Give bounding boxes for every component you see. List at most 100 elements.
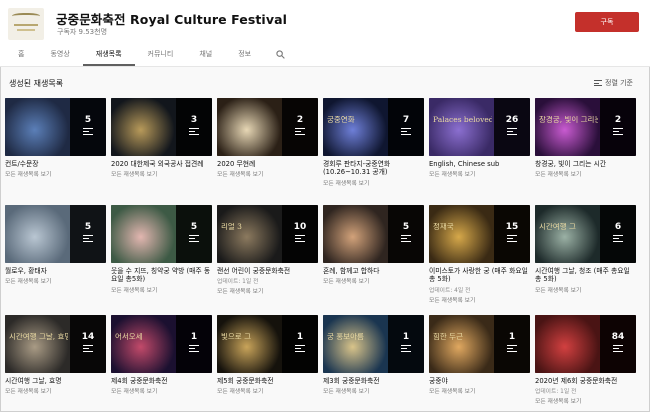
video-count: 1 bbox=[296, 332, 304, 342]
view-full-playlist-link[interactable]: 모든 재생목록 보기 bbox=[5, 276, 106, 285]
playlist-title[interactable]: 혼례, 함께고 합하다 bbox=[323, 267, 424, 275]
playlist-title[interactable]: 제5회 궁중문화축전 bbox=[217, 377, 318, 385]
playlist-thumbnail[interactable]: 정재국 15 bbox=[429, 205, 530, 263]
playlist-title[interactable]: 궁중야 bbox=[429, 377, 530, 385]
view-full-playlist-link[interactable]: 모든 재생목록 보기 bbox=[323, 386, 424, 395]
playlist-thumbnail[interactable]: 빛으로 그 1 bbox=[217, 315, 318, 373]
view-full-playlist-link[interactable]: 모든 재생목록 보기 bbox=[429, 169, 530, 178]
playlist-thumbnail[interactable]: 어서오세 1 bbox=[111, 315, 212, 373]
thumbnail-image bbox=[217, 205, 283, 263]
playlist-card[interactable]: 궁중연화 7 경회루 판타지-궁중연화 (10.26~10.31 공개) 모든 재생목… bbox=[323, 98, 424, 187]
view-full-playlist-link[interactable]: 모든 재생목록 보기 bbox=[323, 178, 424, 187]
playlist-icon bbox=[295, 128, 305, 135]
playlist-title[interactable]: 시간여행 그날, 효명 bbox=[5, 377, 106, 385]
playlist-card[interactable]: 5 혼례, 함께고 합하다 모든 재생목록 보기 bbox=[323, 205, 424, 285]
playlist-thumbnail[interactable]: 3 bbox=[111, 98, 212, 156]
video-count: 6 bbox=[614, 222, 622, 232]
playlist-title[interactable]: 랜선 어린이 궁중문화축전 bbox=[217, 267, 318, 275]
playlist-card[interactable]: 3 2020 대한제국 외국공사 접견례 모든 재생목록 보기 bbox=[111, 98, 212, 178]
view-full-playlist-link[interactable]: 모든 재생목록 보기 bbox=[217, 169, 318, 178]
palace-roof-logo[interactable] bbox=[8, 8, 44, 40]
playlist-card[interactable]: 시간여행 그 6 시간여행 그날, 청조 (매주 총요일 총 5화) 모든 재생목록 … bbox=[535, 205, 636, 294]
playlist-thumbnail[interactable]: 창경궁, 빛이 그리는 시간 2 bbox=[535, 98, 636, 156]
playlist-title[interactable]: 창경궁, 빛이 그리는 시간 bbox=[535, 160, 636, 168]
view-full-playlist-link[interactable]: 모든 재생목록 보기 bbox=[535, 396, 636, 405]
playlist-card[interactable]: 리얼 3 10 랜선 어린이 궁중문화축전 업데이트: 1일 전 모든 재생목록 보기 bbox=[217, 205, 318, 295]
playlist-thumbnail[interactable]: 5 bbox=[323, 205, 424, 263]
search-icon[interactable] bbox=[264, 42, 297, 66]
playlist-thumbnail[interactable]: Palaces beloved by artists 26 bbox=[429, 98, 530, 156]
tab-playlists[interactable]: 재생목록 bbox=[82, 42, 135, 66]
tab-channels[interactable]: 채널 bbox=[186, 42, 225, 66]
playlist-title[interactable]: 컨트/수문장 bbox=[5, 160, 106, 168]
playlist-title[interactable]: 월로우, 황태자 bbox=[5, 267, 106, 275]
view-full-playlist-link[interactable]: 모든 재생목록 보기 bbox=[429, 295, 530, 304]
playlist-thumbnail[interactable]: 시간여행 그 6 bbox=[535, 205, 636, 263]
playlist-thumbnail[interactable]: 2 bbox=[217, 98, 318, 156]
thumbnail-image bbox=[535, 98, 601, 156]
view-full-playlist-link[interactable]: 모든 재생목록 보기 bbox=[429, 386, 530, 395]
playlist-title[interactable]: 웃을 수 지뜨, 칭약궁 약방 (매주 동요일 총5화) bbox=[111, 267, 212, 284]
playlist-title[interactable]: 이미스토가 사랑한 궁 (매주 화요일 총 5화) bbox=[429, 267, 530, 284]
playlist-card[interactable]: 힘한 두근 1 궁중야 모든 재생목록 보기 bbox=[429, 315, 530, 395]
view-full-playlist-link[interactable]: 모든 재생목록 보기 bbox=[323, 276, 424, 285]
view-full-playlist-link[interactable]: 모든 재생목록 보기 bbox=[5, 169, 106, 178]
playlist-thumbnail[interactable]: 궁 홍보아름 1 bbox=[323, 315, 424, 373]
view-full-playlist-link[interactable]: 모든 재생목록 보기 bbox=[111, 169, 212, 178]
view-full-playlist-link[interactable]: 모든 재생목록 보기 bbox=[5, 386, 106, 395]
playlist-title[interactable]: 제3회 궁중문화축전 bbox=[323, 377, 424, 385]
video-count: 5 bbox=[84, 222, 92, 232]
playlist-thumbnail[interactable]: 84 bbox=[535, 315, 636, 373]
view-full-playlist-link[interactable]: 모든 재생목록 보기 bbox=[111, 285, 212, 294]
playlist-card[interactable]: 시간여행 그날, 효명 14 시간여행 그날, 효명 모든 재생목록 보기 bbox=[5, 315, 106, 395]
playlist-thumbnail[interactable]: 궁중연화 7 bbox=[323, 98, 424, 156]
view-full-playlist-link[interactable]: 모든 재생목록 보기 bbox=[217, 386, 318, 395]
playlist-title[interactable]: 2020 대한제국 외국공사 접견례 bbox=[111, 160, 212, 168]
playlist-thumbnail[interactable]: 5 bbox=[5, 98, 106, 156]
playlist-thumbnail[interactable]: 리얼 3 10 bbox=[217, 205, 318, 263]
playlist-title[interactable]: 제4회 궁중문화축전 bbox=[111, 377, 212, 385]
tab-home[interactable]: 홈 bbox=[5, 42, 37, 66]
playlist-thumbnail[interactable]: 힘한 두근 1 bbox=[429, 315, 530, 373]
playlist-icon bbox=[83, 235, 93, 242]
playlist-card[interactable]: 2 2020 무현례 모든 재생목록 보기 bbox=[217, 98, 318, 178]
thumbnail-caption: 정재국 bbox=[433, 223, 454, 231]
video-count: 2 bbox=[296, 115, 304, 125]
playlist-card[interactable]: 창경궁, 빛이 그리는 시간 2 창경궁, 빛이 그리는 시간모든 재생목록 보기 bbox=[535, 98, 636, 178]
playlist-card[interactable]: 5 컨트/수문장 모든 재생목록 보기 bbox=[5, 98, 106, 178]
playlist-thumbnail[interactable]: 5 bbox=[5, 205, 106, 263]
view-full-playlist-link[interactable]: 모든 재생목록 보기 bbox=[535, 285, 636, 294]
playlist-card[interactable]: 궁 홍보아름 1 제3회 궁중문화축전 모든 재생목록 보기 bbox=[323, 315, 424, 395]
view-full-playlist-link[interactable]: 모든 재생목록 보기 bbox=[217, 286, 318, 295]
playlist-card[interactable]: 5 월로우, 황태자 모든 재생목록 보기 bbox=[5, 205, 106, 285]
tab-videos[interactable]: 동영상 bbox=[37, 42, 82, 66]
thumbnail-image bbox=[5, 315, 71, 373]
playlist-title[interactable]: 시간여행 그날, 청조 (매주 총요일 총 5화) bbox=[535, 267, 636, 284]
playlist-thumbnail[interactable]: 5 bbox=[111, 205, 212, 263]
playlist-count-overlay: 1 bbox=[494, 315, 530, 373]
playlist-title[interactable]: 2020년 제6회 궁중문화축전 bbox=[535, 377, 636, 385]
playlist-title[interactable]: 경회루 판타지-궁중연화 (10.26~10.31 공개) bbox=[323, 160, 424, 177]
playlist-card[interactable]: 빛으로 그 1 제5회 궁중문화축전 모든 재생목록 보기 bbox=[217, 315, 318, 395]
tab-about[interactable]: 정보 bbox=[225, 42, 264, 66]
thumbnail-image bbox=[217, 98, 283, 156]
playlist-title[interactable]: English, Chinese sub bbox=[429, 160, 530, 168]
playlist-count-overlay: 26 bbox=[494, 98, 530, 156]
view-full-playlist-link[interactable]: 모든 재생목록 보기 bbox=[111, 386, 212, 395]
playlist-title[interactable]: 2020 무현례 bbox=[217, 160, 318, 168]
video-count: 5 bbox=[84, 115, 92, 125]
playlist-icon bbox=[83, 345, 93, 352]
subscriber-count: 구독자 9.53천명 bbox=[57, 28, 108, 36]
playlist-card[interactable]: 정재국 15 이미스토가 사랑한 궁 (매주 화요일 총 5화) 업데이트: 4일 전… bbox=[429, 205, 530, 304]
playlist-thumbnail[interactable]: 시간여행 그날, 효명 14 bbox=[5, 315, 106, 373]
playlist-card[interactable]: Palaces beloved by artists 26 English, Chi… bbox=[429, 98, 530, 178]
subscribe-button[interactable]: 구독 bbox=[575, 12, 639, 32]
playlist-card[interactable]: 어서오세 1 제4회 궁중문화축전 모든 재생목록 보기 bbox=[111, 315, 212, 395]
thumbnail-image bbox=[5, 205, 71, 263]
view-full-playlist-link[interactable]: 모든 재생목록 보기 bbox=[535, 169, 636, 178]
sort-button[interactable]: 정렬 기준 bbox=[594, 78, 633, 88]
playlist-card[interactable]: 5 웃을 수 지뜨, 칭약궁 약방 (매주 동요일 총5화) 모든 재생목록 보기 bbox=[111, 205, 212, 294]
playlist-card[interactable]: 84 2020년 제6회 궁중문화축전 업데이트: 1일 전 모든 재생목록 보기 bbox=[535, 315, 636, 405]
tab-community[interactable]: 커뮤니티 bbox=[135, 42, 187, 66]
video-count: 3 bbox=[190, 115, 198, 125]
